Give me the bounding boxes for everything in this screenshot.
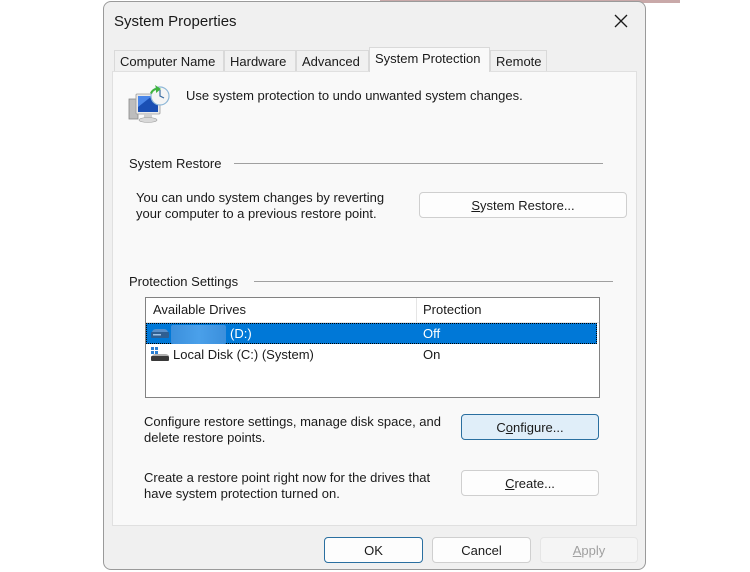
cancel-button[interactable]: Cancel <box>432 537 531 563</box>
close-x-icon <box>614 14 628 28</box>
redacted-drive-label <box>171 325 226 345</box>
configure-mnemonic: o <box>505 419 514 435</box>
protection-settings-heading: Protection Settings <box>129 274 239 289</box>
system-properties-dialog: System Properties Computer Name Hardware… <box>103 1 646 570</box>
system-restore-divider <box>234 163 603 164</box>
system-drive-icon <box>151 347 169 361</box>
system-restore-button-label: ystem Restore... <box>480 197 575 213</box>
drive-icon <box>151 329 169 338</box>
protection-settings-divider <box>254 281 613 282</box>
ok-button[interactable]: OK <box>324 537 423 563</box>
create-description: Create a restore point right now for the… <box>144 470 430 502</box>
configure-label-rest: nfigure... <box>513 419 564 435</box>
tab-advanced[interactable]: Advanced <box>296 50 369 71</box>
system-restore-description-line1: You can undo system changes by reverting <box>136 190 385 205</box>
tab-remote[interactable]: Remote <box>490 50 547 71</box>
apply-button[interactable]: Apply <box>540 537 638 563</box>
drive-protection-status: On <box>423 347 441 362</box>
tab-hardware[interactable]: Hardware <box>224 50 296 71</box>
create-description-line2: have system protection turned on. <box>144 486 340 501</box>
configure-description-line1: Configure restore settings, manage disk … <box>144 414 442 429</box>
create-label-rest: reate... <box>514 475 555 491</box>
system-restore-button[interactable]: System Restore... <box>419 192 627 218</box>
drive-row[interactable]: Local Disk (C:) (System) On <box>146 344 597 365</box>
drive-protection-status: Off <box>423 326 441 341</box>
column-header-protection[interactable]: Protection <box>423 298 482 322</box>
tab-system-protection[interactable]: System Protection <box>369 47 490 72</box>
system-restore-description-line2: your computer to a previous restore poin… <box>136 206 377 221</box>
create-description-line1: Create a restore point right now for the… <box>144 470 431 485</box>
window-title: System Properties <box>114 13 237 30</box>
drive-letter: (D:) <box>230 326 252 341</box>
column-separator[interactable] <box>416 298 417 322</box>
configure-description: Configure restore settings, manage disk … <box>144 414 441 446</box>
drives-list[interactable]: Available Drives Protection (D:) Off Loc… <box>145 297 600 398</box>
column-header-available-drives[interactable]: Available Drives <box>153 298 246 322</box>
drive-row[interactable]: (D:) Off <box>146 323 597 345</box>
system-restore-mnemonic: S <box>471 197 481 213</box>
apply-label-rest: pply <box>581 542 606 558</box>
configure-label-prefix: C <box>496 419 506 435</box>
close-button[interactable] <box>603 5 639 37</box>
intro-text: Use system protection to undo unwanted s… <box>186 88 523 103</box>
drives-list-header: Available Drives Protection <box>146 298 599 323</box>
configure-button[interactable]: Configure... <box>461 414 599 440</box>
drive-name: Local Disk (C:) (System) <box>173 347 314 362</box>
system-restore-heading: System Restore <box>129 156 222 171</box>
tab-panel-system-protection: Use system protection to undo unwanted s… <box>112 71 637 526</box>
drive-name: (D:) <box>171 323 252 345</box>
system-restore-description: You can undo system changes by reverting… <box>136 190 384 222</box>
create-button[interactable]: Create... <box>461 470 599 496</box>
configure-description-line2: delete restore points. <box>144 430 266 445</box>
system-restore-icon <box>128 85 170 123</box>
tab-computer-name[interactable]: Computer Name <box>114 50 224 71</box>
